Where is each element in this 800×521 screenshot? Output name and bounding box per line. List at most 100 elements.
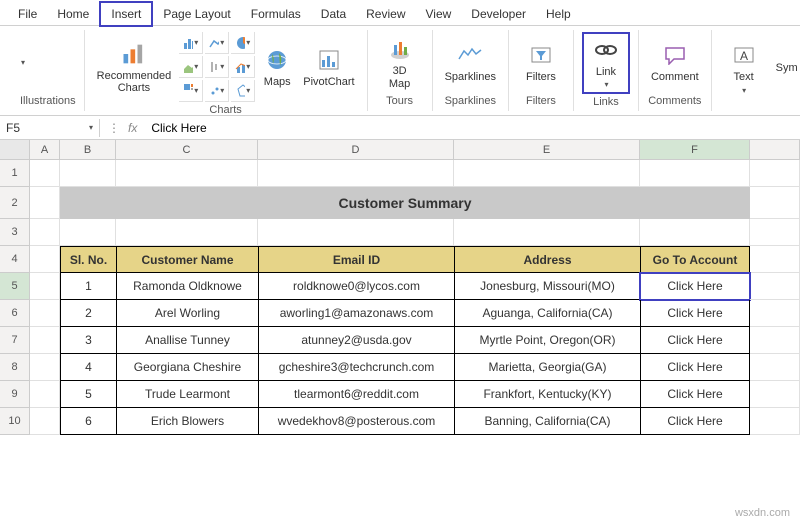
filters-button[interactable]: Filters: [517, 39, 565, 85]
recommended-charts-button[interactable]: Recommended Charts: [93, 38, 176, 96]
table-cell[interactable]: Click Here: [640, 300, 750, 327]
table-cell[interactable]: gcheshire3@techcrunch.com: [258, 354, 454, 381]
recommended-charts-label: Recommended Charts: [97, 70, 172, 94]
chart-types-grid: ▾ ▾ ▾ ▾ ▾ ▾ ▾ ▾ ▾: [179, 32, 255, 102]
comment-button[interactable]: Comment: [647, 39, 703, 85]
row-5[interactable]: 5: [0, 273, 30, 300]
row-4[interactable]: 4: [0, 246, 30, 273]
table-cell[interactable]: aworling1@amazonaws.com: [258, 300, 454, 327]
hdr-address[interactable]: Address: [454, 246, 640, 273]
row-9[interactable]: 9: [0, 381, 30, 408]
sparklines-button[interactable]: Sparklines: [441, 39, 500, 85]
table-cell[interactable]: Banning, California(CA): [454, 408, 640, 435]
row-8[interactable]: 8: [0, 354, 30, 381]
table-cell[interactable]: 1: [60, 273, 116, 300]
table-cell[interactable]: Erich Blowers: [116, 408, 258, 435]
table-cell[interactable]: 4: [60, 354, 116, 381]
row-7[interactable]: 7: [0, 327, 30, 354]
chart-scatter-icon[interactable]: ▾: [205, 80, 229, 102]
chart-stock-icon[interactable]: ▾: [205, 56, 229, 78]
col-D[interactable]: D: [258, 140, 454, 159]
symbols-button[interactable]: Sym: [772, 60, 800, 76]
hdr-name[interactable]: Customer Name: [116, 246, 258, 273]
table-cell[interactable]: Click Here: [640, 408, 750, 435]
sym-label: Sym: [776, 62, 798, 74]
col-C[interactable]: C: [116, 140, 258, 159]
table-cell[interactable]: 6: [60, 408, 116, 435]
table-cell[interactable]: Marietta, Georgia(GA): [454, 354, 640, 381]
watermark: wsxdn.com: [735, 507, 790, 519]
illustrations-dropdown-icon[interactable]: ▾: [21, 58, 25, 67]
col-A[interactable]: A: [30, 140, 60, 159]
sparklines-label: Sparklines: [445, 71, 496, 83]
table-cell[interactable]: Click Here: [640, 354, 750, 381]
filter-icon: [527, 41, 555, 69]
table-cell[interactable]: 5: [60, 381, 116, 408]
chart-pie-icon[interactable]: ▾: [231, 32, 255, 54]
chart-hier-icon[interactable]: ▾: [179, 80, 203, 102]
tab-insert[interactable]: Insert: [99, 1, 153, 27]
table-cell[interactable]: Ramonda Oldknowe: [116, 273, 258, 300]
table-cell[interactable]: Aguanga, California(CA): [454, 300, 640, 327]
chart-bar-icon[interactable]: ▾: [179, 32, 203, 54]
table-cell[interactable]: 3: [60, 327, 116, 354]
active-cell[interactable]: Click Here: [640, 273, 750, 300]
chart-radar-icon[interactable]: ▾: [231, 80, 255, 102]
formula-bar: F5▾ ⋮fx: [0, 116, 800, 140]
formula-input[interactable]: [145, 119, 800, 137]
pivotchart-button[interactable]: PivotChart: [299, 44, 358, 90]
table-cell[interactable]: Georgiana Cheshire: [116, 354, 258, 381]
tab-formulas[interactable]: Formulas: [241, 3, 311, 25]
name-box[interactable]: F5▾: [0, 119, 100, 137]
col-F[interactable]: F: [640, 140, 750, 159]
table-cell[interactable]: Frankfort, Kentucky(KY): [454, 381, 640, 408]
col-E[interactable]: E: [454, 140, 640, 159]
table-cell[interactable]: 2: [60, 300, 116, 327]
select-all-triangle[interactable]: [0, 140, 30, 159]
col-B[interactable]: B: [60, 140, 116, 159]
tab-file[interactable]: File: [8, 3, 47, 25]
sparkline-icon: [456, 41, 484, 69]
table-cell[interactable]: Arel Worling: [116, 300, 258, 327]
3d-map-icon: [386, 35, 414, 63]
chart-area-icon[interactable]: ▾: [179, 56, 203, 78]
tab-developer[interactable]: Developer: [461, 3, 536, 25]
table-cell[interactable]: Trude Learmont: [116, 381, 258, 408]
tab-review[interactable]: Review: [356, 3, 415, 25]
chart-line-icon[interactable]: ▾: [205, 32, 229, 54]
row-3[interactable]: 3: [0, 219, 30, 246]
maps-button[interactable]: Maps: [259, 44, 295, 90]
text-button[interactable]: A Text▾: [720, 39, 768, 97]
table-cell[interactable]: atunney2@usda.gov: [258, 327, 454, 354]
row-6[interactable]: 6: [0, 300, 30, 327]
svg-text:A: A: [740, 49, 748, 63]
row-10[interactable]: 10: [0, 408, 30, 435]
tab-home[interactable]: Home: [47, 3, 99, 25]
hdr-sl[interactable]: Sl. No.: [60, 246, 116, 273]
title-cell[interactable]: Customer Summary: [60, 187, 750, 219]
table-cell[interactable]: Jonesburg, Missouri(MO): [454, 273, 640, 300]
col-G[interactable]: [750, 140, 800, 159]
tab-data[interactable]: Data: [311, 3, 356, 25]
row-1[interactable]: 1: [0, 160, 30, 187]
table-cell[interactable]: roldknowe0@lycos.com: [258, 273, 454, 300]
column-headers: A B C D E F: [0, 140, 800, 160]
tab-pagelayout[interactable]: Page Layout: [153, 3, 240, 25]
pivotchart-icon: [315, 46, 343, 74]
table-cell[interactable]: Click Here: [640, 381, 750, 408]
link-button[interactable]: Link▾: [582, 32, 630, 94]
table-cell[interactable]: wvedekhov8@posterous.com: [258, 408, 454, 435]
3d-map-button[interactable]: 3D Map: [376, 33, 424, 91]
chart-combo-icon[interactable]: ▾: [231, 56, 255, 78]
table-cell[interactable]: tlearmont6@reddit.com: [258, 381, 454, 408]
table-cell[interactable]: Myrtle Point, Oregon(OR): [454, 327, 640, 354]
tab-view[interactable]: View: [416, 3, 462, 25]
comment-label: Comment: [651, 71, 699, 83]
table-cell[interactable]: Anallise Tunney: [116, 327, 258, 354]
table-cell[interactable]: Click Here: [640, 327, 750, 354]
row-2[interactable]: 2: [0, 187, 30, 219]
tab-help[interactable]: Help: [536, 3, 581, 25]
hdr-email[interactable]: Email ID: [258, 246, 454, 273]
hdr-goto[interactable]: Go To Account: [640, 246, 750, 273]
group-label-charts: Charts: [93, 102, 359, 118]
